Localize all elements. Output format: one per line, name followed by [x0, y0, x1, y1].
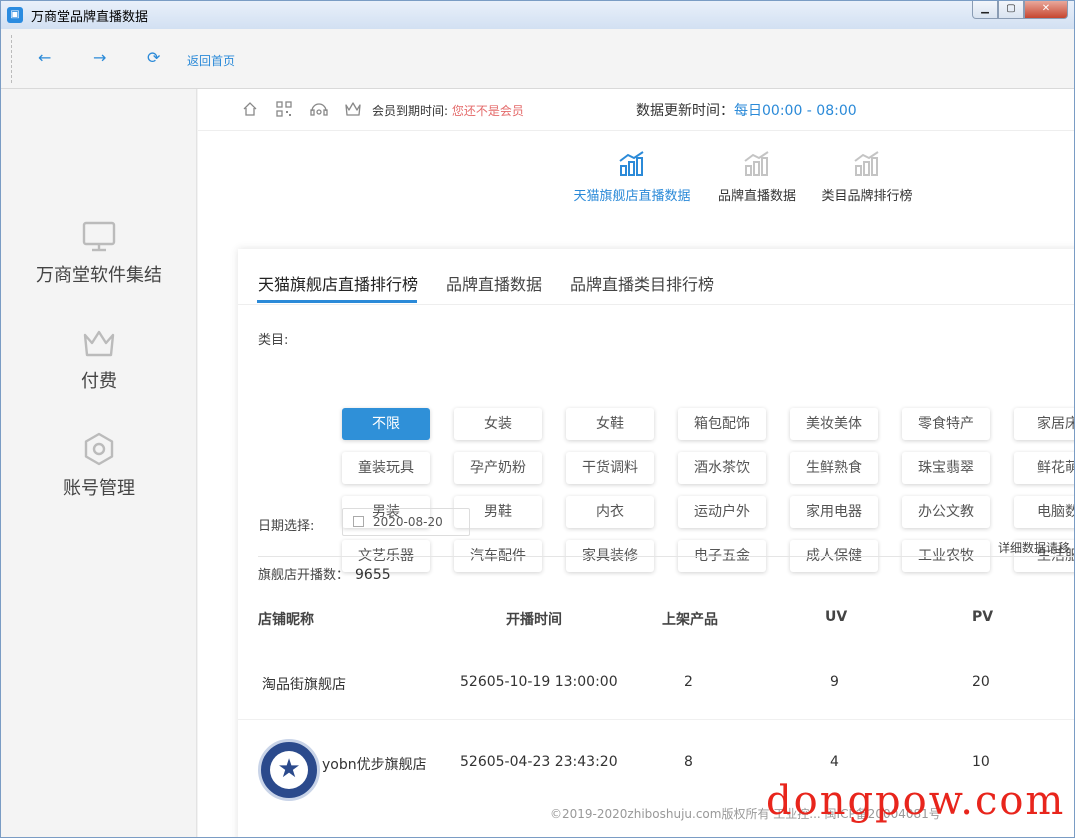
sidebar-item-label: 万商堂软件集结	[36, 265, 162, 286]
uv-value: 4	[830, 754, 839, 770]
category-button[interactable]: 不限	[342, 408, 430, 440]
category-button[interactable]: 孕产奶粉	[454, 452, 542, 484]
store-name: yobn优步旗舰店	[322, 757, 427, 773]
qrcode-icon[interactable]	[276, 101, 292, 117]
uv-value: 9	[830, 674, 839, 690]
app-logo-icon: ▣	[7, 7, 23, 23]
update-time-label: 数据更新时间：	[636, 103, 734, 119]
date-value: 2020-08-20	[373, 515, 443, 529]
category-button[interactable]: 生鲜熟食	[790, 452, 878, 484]
crown-vip-icon[interactable]	[344, 101, 362, 117]
store-count-value: 9655	[355, 567, 391, 583]
column-header-uv: UV	[825, 609, 848, 625]
store-name: 淘品街旗舰店	[262, 677, 346, 693]
category-button[interactable]: 珠宝翡翠	[902, 452, 990, 484]
title-bar: ▣ 万商堂品牌直播数据 ▁ ▢ ✕	[1, 1, 1074, 29]
window-controls: ▁ ▢ ✕	[972, 1, 1068, 19]
category-button[interactable]: 鲜花萌	[1014, 452, 1074, 484]
tab-flagship-live[interactable]: 天猫旗舰店直播数据	[567, 151, 697, 204]
member-expiry: 会员到期时间: 您还不是会员	[372, 102, 524, 119]
crown-icon	[83, 330, 115, 357]
pv-value: 10	[972, 754, 990, 770]
nav-toolbar: ← → ⟳ 返回首页	[1, 29, 1074, 89]
subtab-brand-live[interactable]: 品牌直播数据	[446, 271, 542, 295]
toolbar-divider	[11, 35, 12, 83]
store-logo: ★	[258, 739, 320, 801]
row-divider	[238, 719, 1074, 720]
info-bar: 会员到期时间: 您还不是会员 数据更新时间：每日00:00 - 08:00	[198, 89, 1074, 131]
sidebar: 万商堂软件集结 付费 账号管理	[1, 89, 197, 837]
category-button[interactable]: 家居床	[1014, 408, 1074, 440]
sidebar-item-label: 账号管理	[63, 478, 135, 499]
calendar-icon	[353, 516, 364, 527]
maximize-button[interactable]: ▢	[998, 1, 1024, 19]
update-time: 数据更新时间：每日00:00 - 08:00	[636, 100, 857, 120]
update-time-value: 每日00:00 - 08:00	[734, 103, 857, 119]
sidebar-item-account[interactable]: 账号管理	[1, 432, 197, 500]
ranking-card: 天猫旗舰店直播排行榜 品牌直播数据 品牌直播类目排行榜 类目: 不限 女装 女鞋 箱包…	[238, 249, 1074, 837]
column-header-store: 店铺昵称	[258, 612, 314, 628]
pv-value: 20	[972, 674, 990, 690]
category-button[interactable]: 零食特产	[902, 408, 990, 440]
main-content: 会员到期时间: 您还不是会员 数据更新时间：每日00:00 - 08:00 天猫…	[198, 89, 1074, 837]
monitor-icon	[82, 221, 116, 252]
tab-label: 类目品牌排行榜	[821, 189, 913, 204]
date-picker[interactable]: 2020-08-20	[342, 508, 470, 536]
start-time: 52605-04-23 23:43:20	[460, 754, 618, 770]
category-button[interactable]: 女装	[454, 408, 542, 440]
store-count: 旗舰店开播数： 9655	[258, 564, 391, 583]
watermark: dongpow.com	[766, 778, 1066, 824]
store-count-label: 旗舰店开播数：	[258, 568, 350, 583]
category-button[interactable]: 美妆美体	[790, 408, 878, 440]
category-button[interactable]: 电脑数	[1014, 496, 1074, 528]
bar-chart-icon	[744, 151, 769, 176]
date-label: 日期选择:	[258, 519, 315, 534]
minimize-button[interactable]: ▁	[972, 1, 998, 19]
subtab-flagship-ranking[interactable]: 天猫旗舰店直播排行榜	[258, 271, 418, 295]
sub-tabs: 天猫旗舰店直播排行榜 品牌直播数据 品牌直播类目排行榜	[238, 249, 1074, 305]
home-link[interactable]: 返回首页	[187, 52, 235, 69]
category-button[interactable]: 干货调料	[566, 452, 654, 484]
back-arrow-icon[interactable]: ←	[38, 48, 51, 67]
bar-chart-icon	[619, 151, 644, 176]
sidebar-item-software[interactable]: 万商堂软件集结	[1, 221, 197, 287]
active-tab-indicator	[257, 300, 417, 303]
tab-label: 品牌直播数据	[717, 189, 796, 204]
column-header-start-time: 开播时间	[506, 612, 562, 628]
product-count: 8	[684, 754, 693, 770]
category-button[interactable]: 童装玩具	[342, 452, 430, 484]
tab-label: 天猫旗舰店直播数据	[573, 189, 691, 204]
start-time: 52605-10-19 13:00:00	[460, 674, 618, 690]
home-icon[interactable]	[242, 101, 258, 117]
category-button[interactable]: 箱包配饰	[678, 408, 766, 440]
sidebar-item-payment[interactable]: 付费	[1, 327, 197, 393]
bar-chart-icon	[854, 151, 879, 176]
category-label: 类目:	[258, 333, 289, 348]
subtab-brand-category-ranking[interactable]: 品牌直播类目排行榜	[570, 271, 714, 295]
category-button[interactable]: 内衣	[566, 496, 654, 528]
column-header-products: 上架产品	[662, 612, 718, 628]
member-status: 您还不是会员	[451, 104, 524, 118]
sidebar-item-label: 付费	[81, 371, 117, 392]
close-button[interactable]: ✕	[1024, 1, 1068, 19]
divider	[258, 556, 1074, 557]
column-header-pv: PV	[972, 609, 994, 625]
forward-arrow-icon[interactable]: →	[93, 48, 106, 67]
app-window: ▣ 万商堂品牌直播数据 ▁ ▢ ✕ ← → ⟳ 返回首页 万商堂软件集结 付费	[0, 0, 1075, 838]
category-button[interactable]: 办公文教	[902, 496, 990, 528]
hexagon-icon	[84, 432, 114, 466]
category-button[interactable]: 酒水茶饮	[678, 452, 766, 484]
detail-data-link[interactable]: 详细数据请移	[998, 539, 1070, 556]
tab-category-ranking[interactable]: 类目品牌排行榜	[802, 151, 932, 204]
product-count: 2	[684, 674, 693, 690]
refresh-icon[interactable]: ⟳	[147, 48, 160, 67]
headset-icon[interactable]	[310, 101, 328, 117]
category-button[interactable]: 运动户外	[678, 496, 766, 528]
category-button[interactable]: 女鞋	[566, 408, 654, 440]
star-icon: ★	[277, 754, 301, 784]
member-expiry-label: 会员到期时间:	[372, 104, 449, 118]
category-button[interactable]: 家用电器	[790, 496, 878, 528]
window-title: 万商堂品牌直播数据	[31, 9, 149, 25]
